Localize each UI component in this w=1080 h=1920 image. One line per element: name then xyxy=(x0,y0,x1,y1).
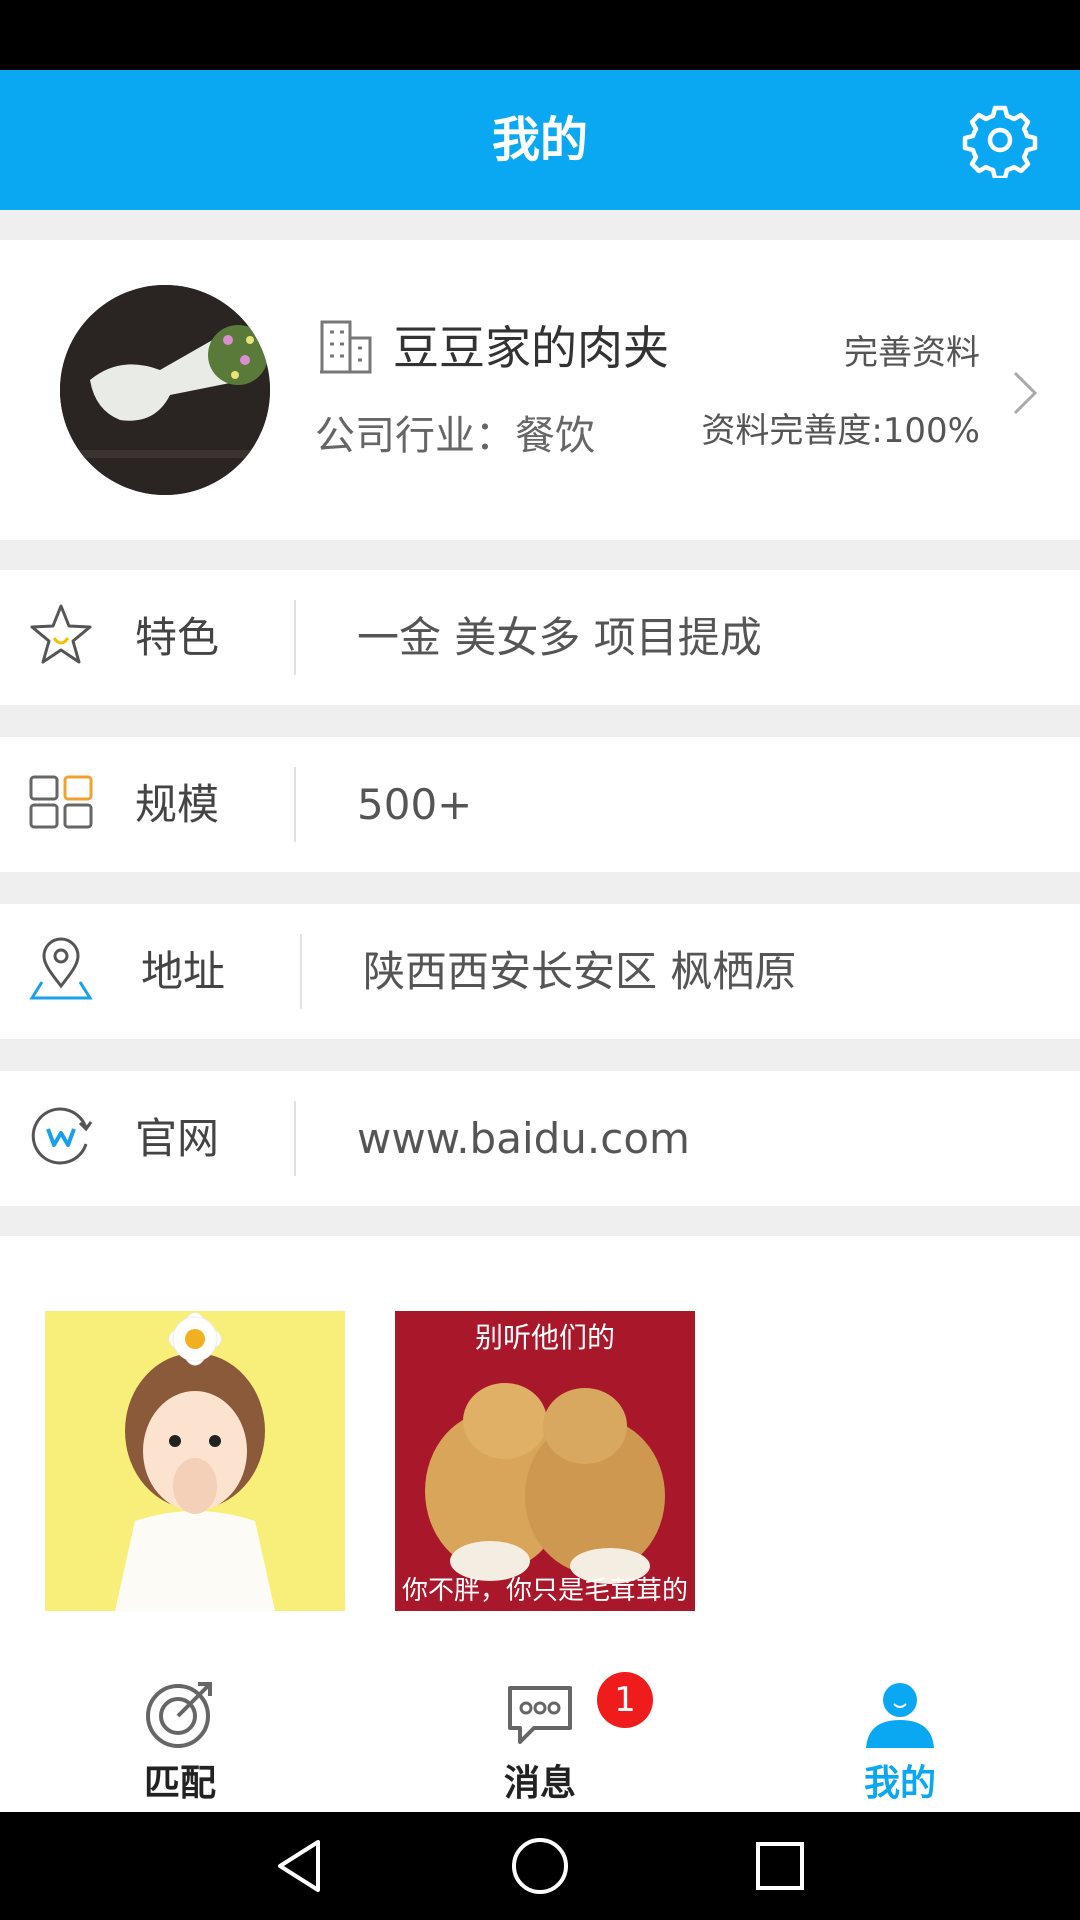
settings-button[interactable] xyxy=(962,102,1038,181)
photo-caption-top: 别听他们的 xyxy=(475,1321,615,1354)
screen: 我的 豆豆家的肉夹 公司行业：餐饮 完善资料 资料完善度:100% 特色 一金 … xyxy=(0,0,1080,1920)
avatar xyxy=(60,285,270,495)
row-value: 一金 美女多 项目提成 xyxy=(357,613,762,662)
person-icon xyxy=(866,1683,934,1748)
row-scale: 规模 500+ xyxy=(0,737,1080,872)
chevron-right-icon xyxy=(1013,371,1038,415)
back-icon[interactable] xyxy=(270,1836,330,1896)
bottom-tab-bar: 匹配 1 消息 我的 xyxy=(0,1640,1080,1812)
unread-badge: 1 xyxy=(597,1672,653,1728)
tab-messages[interactable]: 1 消息 xyxy=(440,1640,653,1812)
row-label: 规模 xyxy=(135,780,220,829)
complete-profile-link[interactable]: 完善资料 xyxy=(844,330,980,376)
divider xyxy=(300,934,302,1009)
row-feature: 特色 一金 美女多 项目提成 xyxy=(0,570,1080,705)
company-industry: 公司行业：餐饮 xyxy=(315,413,595,459)
divider xyxy=(294,1101,296,1176)
gear-icon xyxy=(962,105,1038,181)
company-name: 豆豆家的肉夹 xyxy=(393,321,669,375)
recents-icon[interactable] xyxy=(750,1836,810,1896)
divider xyxy=(294,600,296,675)
website-icon xyxy=(31,1107,93,1165)
profile-completeness: 资料完善度:100% xyxy=(701,411,980,451)
building-icon xyxy=(320,320,372,374)
photo-caption-bottom: 你不胖，你只是毛茸茸的 xyxy=(402,1576,688,1606)
home-icon[interactable] xyxy=(510,1836,570,1896)
tab-label: 消息 xyxy=(503,1763,576,1804)
row-label: 官网 xyxy=(135,1114,220,1163)
location-pin-icon xyxy=(29,937,93,1000)
tab-match[interactable]: 匹配 xyxy=(80,1640,280,1812)
photo-girl-with-flower[interactable] xyxy=(45,1311,345,1611)
row-address: 地址 陕西西安长安区 枫栖原 xyxy=(0,904,1080,1039)
row-value: 陕西西安长安区 枫栖原 xyxy=(363,947,797,996)
row-label: 地址 xyxy=(141,947,226,996)
tab-mine[interactable]: 我的 xyxy=(800,1640,1000,1812)
photo-kittens[interactable]: 别听他们的 你不胖，你只是毛茸茸的 xyxy=(395,1311,695,1611)
website-link[interactable]: www.baidu.com xyxy=(357,1071,690,1206)
tab-label: 匹配 xyxy=(143,1763,216,1804)
chat-bubble-icon xyxy=(508,1686,572,1744)
target-icon xyxy=(146,1682,212,1748)
system-nav-bar xyxy=(0,1812,1080,1920)
row-value: 500+ xyxy=(357,780,473,829)
divider xyxy=(294,767,296,842)
grid-icon xyxy=(29,775,93,829)
header-bar: 我的 xyxy=(0,70,1080,210)
profile-card[interactable]: 豆豆家的肉夹 公司行业：餐饮 完善资料 资料完善度:100% xyxy=(0,240,1080,540)
tab-label: 我的 xyxy=(863,1763,936,1804)
photo-gallery: 别听他们的 你不胖，你只是毛茸茸的 xyxy=(0,1236,1080,1640)
page-title: 我的 xyxy=(491,112,588,168)
row-website: 官网 www.baidu.com xyxy=(0,1071,1080,1206)
row-label: 特色 xyxy=(135,613,220,662)
star-icon xyxy=(30,604,92,664)
status-bar xyxy=(0,0,1080,70)
